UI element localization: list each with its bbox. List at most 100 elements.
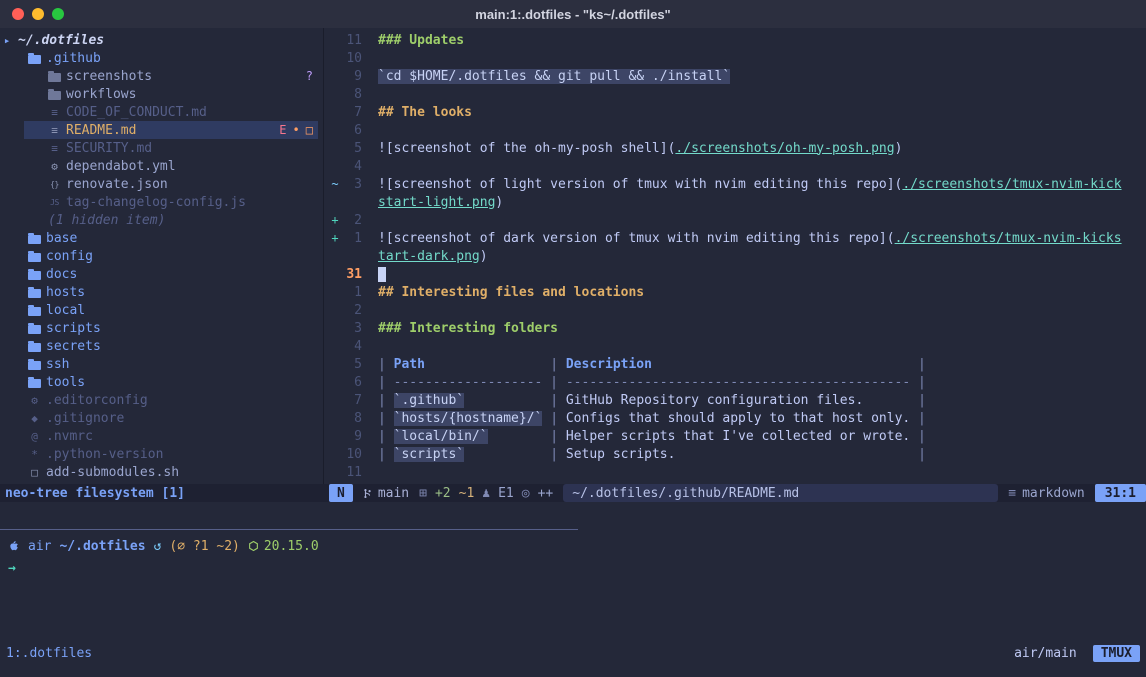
tree-item-base[interactable]: base <box>0 229 323 247</box>
tree-item-label: dependabot.yml <box>66 159 176 174</box>
editor-line[interactable]: 1## Interesting files and locations <box>324 283 1146 301</box>
tree-item-label: secrets <box>46 339 101 354</box>
tree-item-1-hidden-item[interactable]: (1 hidden item) <box>0 211 323 229</box>
minimize-button[interactable] <box>32 8 44 20</box>
editor-line[interactable]: 8| `hosts/{hostname}/` | Configs that sh… <box>324 409 1146 427</box>
folder-icon <box>28 271 41 280</box>
tree-item-code-of-conduct.md[interactable]: ≡CODE_OF_CONDUCT.md <box>0 103 323 121</box>
file-icon: ≡ <box>48 124 61 137</box>
tree-item-label: renovate.json <box>66 177 168 192</box>
tree-item-docs[interactable]: docs <box>0 265 323 283</box>
tree-item-label: base <box>46 231 77 246</box>
line-number: 8 <box>340 87 362 102</box>
tree-item-readme.md[interactable]: ≡ README.md E•□ <box>0 121 323 139</box>
git-branch-icon <box>362 487 373 500</box>
editor-line[interactable]: +2 <box>324 211 1146 229</box>
editor-line[interactable]: 5![screenshot of the oh-my-posh shell](.… <box>324 139 1146 157</box>
tree-item-ssh[interactable]: ssh <box>0 355 323 373</box>
tree-item-hosts[interactable]: hosts <box>0 283 323 301</box>
editor-line[interactable]: 3### Interesting folders <box>324 319 1146 337</box>
line-text: | `scripts` | Setup scripts. | <box>378 447 926 462</box>
tree-item-.python-version[interactable]: *.python-version <box>0 445 323 463</box>
statusline-item: ⊞ <box>419 486 427 501</box>
line-text: ## The looks <box>378 105 472 120</box>
line-number: 10 <box>340 447 362 462</box>
editor-wrap-line[interactable]: tart-dark.png) <box>324 247 1146 265</box>
line-text: | `hosts/{hostname}/` | Configs that sho… <box>378 411 926 426</box>
editor-line[interactable]: 7| `.github` | GitHub Repository configu… <box>324 391 1146 409</box>
tree-item-config[interactable]: config <box>0 247 323 265</box>
editor-line[interactable]: 4 <box>324 157 1146 175</box>
tree-root[interactable]: ▸ ~/.dotfiles <box>0 31 323 49</box>
folder-icon <box>48 73 61 82</box>
tree-item-tag-changelog-config.js[interactable]: JStag-changelog-config.js <box>0 193 323 211</box>
line-number: 5 <box>340 141 362 156</box>
line-text: start-light.png) <box>378 195 503 210</box>
tree-item-.editorconfig[interactable]: ⚙.editorconfig <box>0 391 323 409</box>
titlebar: main:1:.dotfiles - "ks~/.dotfiles" <box>0 0 1146 29</box>
git-status-badges: E•□ <box>279 123 313 137</box>
editor-line[interactable]: 9| `local/bin/` | Helper scripts that I'… <box>324 427 1146 445</box>
folder-icon <box>48 91 61 100</box>
folder-icon <box>28 307 41 316</box>
editor-line[interactable]: 6| ------------------- | ---------------… <box>324 373 1146 391</box>
status-badge: □ <box>306 123 313 137</box>
editor-line[interactable]: 10 <box>324 49 1146 67</box>
tree-item-label: workflows <box>66 87 136 102</box>
editor-line[interactable]: ~3![screenshot of light version of tmux … <box>324 175 1146 193</box>
tree-item-security.md[interactable]: ≡SECURITY.md <box>0 139 323 157</box>
git-sign: + <box>330 213 340 227</box>
tree-item-.gitignore[interactable]: ◆.gitignore <box>0 409 323 427</box>
editor-line[interactable]: 7 ## The looks <box>324 103 1146 121</box>
editor-line[interactable]: 11### Updates <box>324 31 1146 49</box>
tree-item-.github[interactable]: .github <box>0 49 323 67</box>
folder-icon <box>28 289 41 298</box>
line-number: 4 <box>340 159 362 174</box>
tmux-window-label[interactable]: 1:.dotfiles <box>6 646 92 661</box>
tree-item-add-submodules.sh[interactable]: □add-submodules.sh <box>0 463 323 481</box>
editor-line[interactable]: 10 | `scripts` | Setup scripts. | <box>324 445 1146 463</box>
tree-item-renovate.json[interactable]: {}renovate.json <box>0 175 323 193</box>
tree-item-local[interactable]: local <box>0 301 323 319</box>
line-text: ## Interesting files and locations <box>378 285 644 300</box>
tmux-pane-border[interactable] <box>0 529 578 530</box>
editor-wrap-line[interactable]: start-light.png) <box>324 193 1146 211</box>
tree-item-secrets[interactable]: secrets <box>0 337 323 355</box>
editor-line[interactable]: 2 <box>324 301 1146 319</box>
file-icon: JS <box>48 198 61 207</box>
zoom-button[interactable] <box>52 8 64 20</box>
tree-item-screenshots[interactable]: screenshots? <box>0 67 323 85</box>
editor-line[interactable]: 11 <box>324 463 1146 481</box>
line-number: 6 <box>340 375 362 390</box>
editor-line[interactable]: 9`cd $HOME/.dotfiles && git pull && ./in… <box>324 67 1146 85</box>
tree-item-workflows[interactable]: workflows <box>0 85 323 103</box>
editor-line[interactable]: +1![screenshot of dark version of tmux w… <box>324 229 1146 247</box>
tree-item-.nvmrc[interactable]: @.nvmrc <box>0 427 323 445</box>
editor-line[interactable]: 31 <box>324 265 1146 283</box>
editor-line[interactable]: 5| Path | Description | <box>324 355 1146 373</box>
close-button[interactable] <box>12 8 24 20</box>
editor-line[interactable]: 4 <box>324 337 1146 355</box>
shell-input-line[interactable]: → <box>0 559 1146 577</box>
line-text <box>378 267 386 282</box>
line-text: ![screenshot of light version of tmux wi… <box>378 177 1122 192</box>
statusline-item: ~1 <box>459 486 475 501</box>
tree-item-scripts[interactable]: scripts <box>0 319 323 337</box>
terminal-window: main:1:.dotfiles - "ks~/.dotfiles" ▸ ~/.… <box>0 0 1146 677</box>
tree-item-label: README.md <box>66 123 136 138</box>
editor-line[interactable]: 8 <box>324 85 1146 103</box>
tmux-status-bar: 1:.dotfiles air/main TMUX <box>0 643 1146 663</box>
neotree-status: neo-tree filesystem [1] <box>0 486 329 501</box>
file-icon: □ <box>28 466 41 479</box>
tmux-workspace: ▸ ~/.dotfiles .githubscreenshots? workflo… <box>0 28 1146 677</box>
line-text: | `.github` | GitHub Repository configur… <box>378 393 926 408</box>
shell-pane[interactable]: air ~/.dotfiles ↺ (⌀ ?1 ~2) 20.15.0 → <box>0 537 1146 577</box>
tree-item-dependabot.yml[interactable]: ⚙dependabot.yml <box>0 157 323 175</box>
tree-item-label: hosts <box>46 285 85 300</box>
line-number: 7 <box>340 105 362 120</box>
editor-line[interactable]: 6 <box>324 121 1146 139</box>
tree-item-tools[interactable]: tools <box>0 373 323 391</box>
statusline-item: ♟ <box>482 486 490 501</box>
line-text: | Path | Description | <box>378 357 926 372</box>
editor-buffer[interactable]: 11### Updates109`cd $HOME/.dotfiles && g… <box>324 31 1146 481</box>
